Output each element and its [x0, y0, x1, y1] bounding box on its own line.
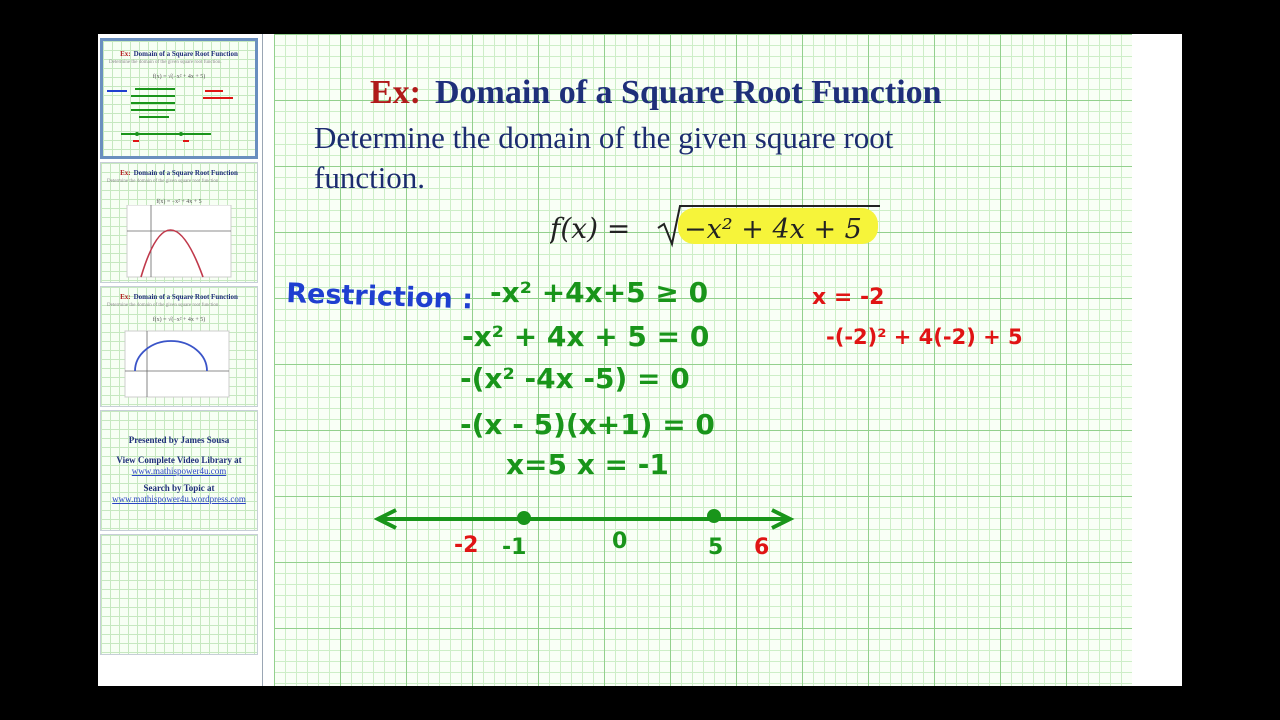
- slide-thumbnail-2[interactable]: Ex: Domain of a Square Root Function Dete…: [100, 162, 258, 283]
- slide-thumbnail-credits[interactable]: Presented by James Sousa View Complete V…: [100, 410, 258, 531]
- right-margin-panel: [1132, 34, 1182, 686]
- thumb-title-text: Domain of a Square Root Function: [133, 169, 238, 177]
- tick-label-five: 5: [708, 535, 723, 560]
- inequality-line: -x² +4x+5 ≥ 0: [490, 276, 708, 309]
- library-link[interactable]: www.mathispower4u.com: [101, 466, 257, 477]
- thumb-ex-label: Ex:: [120, 293, 131, 301]
- slide-thumbnails-panel[interactable]: Ex: Domain of a Square Root Function Dete…: [98, 34, 263, 686]
- thumb-title: Ex: Domain of a Square Root Function: [101, 293, 257, 301]
- library-label: View Complete Video Library at: [116, 455, 242, 465]
- thumb-ex-label: Ex:: [120, 50, 131, 58]
- thumb-title-text: Domain of a Square Root Function: [133, 50, 238, 58]
- thumb-title: Ex: Domain of a Square Root Function: [101, 169, 257, 177]
- tick-label-six: 6: [754, 535, 769, 560]
- thumb-title: Ex: Domain of a Square Root Function: [103, 50, 255, 58]
- number-line: [373, 508, 795, 530]
- thumb-parabola-graph: [126, 205, 232, 278]
- factored-line: -(x - 5)(x+1) = 0: [460, 408, 715, 441]
- thumb-subtitle: Determine the domain of the given square…: [107, 179, 220, 184]
- thumb-ink-preview: [107, 88, 233, 142]
- presenter-credit: Presented by James Sousa: [128, 435, 230, 445]
- slide-thumbnail-1[interactable]: Ex: Domain of a Square Root Function Dete…: [100, 38, 258, 159]
- slide-canvas[interactable]: Ex: Domain of a Square Root Function Dete…: [274, 34, 1132, 686]
- equation-line: -x² + 4x + 5 = 0: [462, 320, 709, 353]
- tick-label-neg1: -1: [502, 535, 526, 560]
- thumb-formula: f(x) = √(−x² + 4x + 5): [152, 74, 206, 80]
- solutions-line: x=5 x = -1: [506, 448, 669, 481]
- thumb-semicircle-graph: [124, 330, 230, 398]
- search-label: Search by Topic at: [143, 483, 215, 493]
- tick-label-neg2: -2: [454, 533, 478, 558]
- slide-thumbnail-3[interactable]: Ex: Domain of a Square Root Function Dete…: [100, 286, 258, 407]
- presentation-window: Ex: Domain of a Square Root Function Dete…: [98, 34, 1182, 686]
- thumb-subtitle: Determine the domain of the given square…: [109, 60, 222, 65]
- thumb-formula: f(x) = √(−x² + 4x + 5): [152, 317, 206, 323]
- test-expression: -(-2)² + 4(-2) + 5: [826, 325, 1023, 349]
- tick-label-zero: 0: [612, 529, 627, 554]
- ink-annotations: Restriction : -x² +4x+5 ≥ 0 -x² + 4x + 5…: [286, 276, 1023, 560]
- factor-out-line: -(x² -4x -5) = 0: [460, 362, 690, 395]
- search-link[interactable]: www.mathispower4u.wordpress.com: [101, 494, 257, 505]
- thumb-subtitle: Determine the domain of the given square…: [107, 303, 220, 308]
- slide-thumbnail-blank[interactable]: [100, 534, 258, 655]
- endpoint-five: [707, 509, 721, 523]
- endpoint-minus-one: [517, 511, 531, 525]
- test-value: x = -2: [812, 285, 884, 310]
- thumb-title-text: Domain of a Square Root Function: [133, 293, 238, 301]
- restriction-label: Restriction :: [286, 278, 474, 316]
- thumb-ex-label: Ex:: [120, 169, 131, 177]
